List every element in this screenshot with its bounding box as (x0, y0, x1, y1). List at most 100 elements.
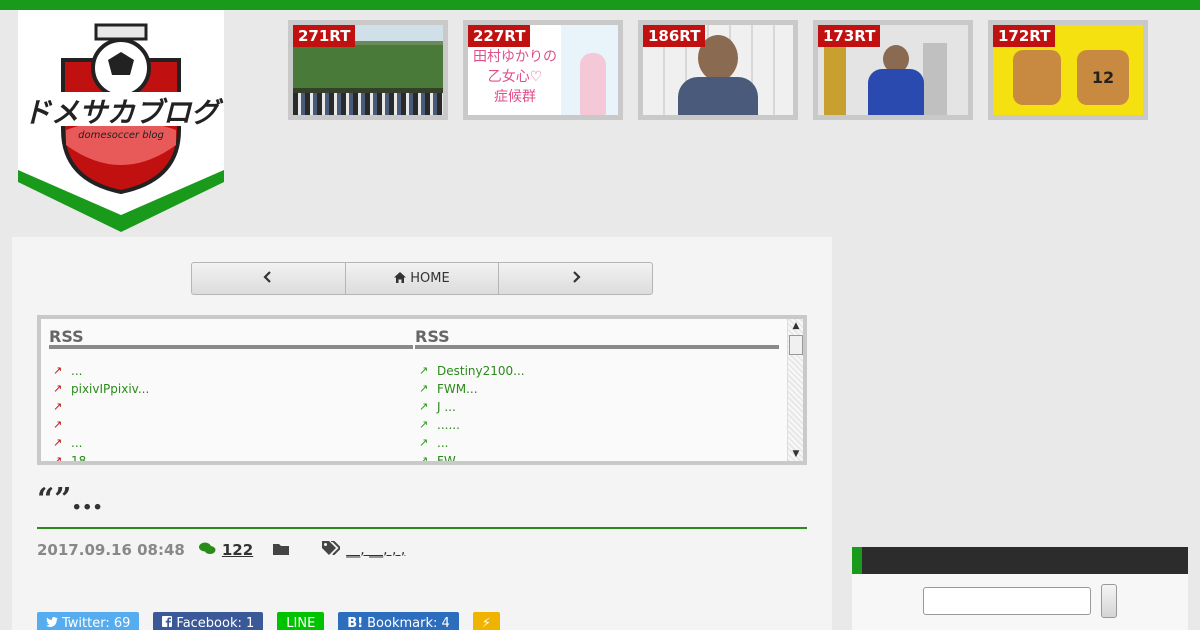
logo-title: ドメサカブログ (23, 96, 224, 129)
rss-item[interactable]: ↗ J ... (415, 398, 779, 416)
external-link-icon: ↗ (53, 382, 63, 395)
home-button[interactable]: HOME (344, 263, 499, 294)
rss-item[interactable]: ↗ 18... (49, 452, 413, 461)
rss-item[interactable]: ↗ Destiny2100... (415, 362, 779, 380)
external-link-icon: ↗ (419, 382, 429, 395)
comments-icon (198, 541, 216, 559)
external-link-icon: ↗ (419, 364, 429, 377)
rss-scroll-area[interactable]: RSS ↗... ↗ pixivIPpixiv... ↗ ↗ ↗... ↗ 18..… (41, 319, 803, 461)
rss-column-left: RSS ↗... ↗ pixivIPpixiv... ↗ ↗ ↗... ↗ 18..… (49, 319, 413, 461)
hatena-bookmark-icon: B! (347, 615, 364, 630)
external-link-icon: ↗ (53, 436, 63, 449)
rss-item-label: ... (71, 364, 83, 378)
rss-scrollbar[interactable]: ▲ ▼ (787, 319, 803, 461)
rss-feed-box: RSS ↗... ↗ pixivIPpixiv... ↗ ↗ ↗... ↗ 18..… (37, 315, 807, 465)
rss-item[interactable]: ↗ FW... (415, 452, 779, 461)
chevron-right-icon (571, 270, 581, 287)
tags-icon (322, 540, 342, 559)
article-panel: HOME RSS ↗... ↗ pixivIPpixiv... ↗ ↗ ↗... … (12, 237, 832, 630)
rss-item[interactable]: ↗ pixivIPpixiv... (49, 380, 413, 398)
mascot-shirt (1013, 50, 1061, 105)
post-date: 2017.09.16 08:48 (37, 541, 185, 559)
prev-post-button[interactable] (192, 263, 345, 294)
rss-item-label: pixivIPpixiv... (71, 382, 150, 396)
next-post-button[interactable] (498, 263, 652, 294)
rss-list: ↗ Destiny2100... ↗ FWM... ↗ J ... ↗...... ↗… (415, 362, 779, 461)
folder-icon (273, 541, 290, 559)
rss-column-right: RSS ↗ Destiny2100... ↗ FWM... ↗ J ... ↗....… (415, 319, 779, 461)
rt-badge: 227RT (468, 25, 531, 47)
rss-item[interactable]: ↗... (49, 434, 413, 452)
post-navigation: HOME (191, 262, 653, 295)
site-logo[interactable]: ドメサカブログ domesoccer blog (18, 10, 224, 232)
rss-item[interactable]: ↗ FWM... (415, 380, 779, 398)
bookmark-share-label: Bookmark: 4 (367, 615, 450, 630)
ranking-thumb-2[interactable]: 田村ゆかりの 乙女心♡ 症候群 227RT (463, 20, 623, 120)
comment-count-link[interactable]: 122 (222, 541, 253, 559)
home-icon (394, 271, 407, 286)
caption-line: 田村ゆかりの (473, 49, 557, 65)
share-buttons: Twitter: 69 Facebook: 1 LINE B! Bookmark… (37, 612, 514, 630)
top-accent-bar (0, 0, 1200, 10)
facebook-share-button[interactable]: Facebook: 1 (153, 612, 264, 630)
crowd-graphic (293, 93, 443, 115)
hatena-bookmark-button[interactable]: B! Bookmark: 4 (338, 612, 459, 630)
rss-list: ↗... ↗ pixivIPpixiv... ↗ ↗ ↗... ↗ 18... (49, 362, 413, 461)
twitter-share-button[interactable]: Twitter: 69 (37, 612, 140, 630)
rss-item[interactable]: ↗ (49, 416, 413, 434)
external-link-icon: ↗ (419, 454, 429, 461)
external-link-icon: ↗ (53, 400, 63, 413)
caption-line: 乙女心♡ (487, 69, 543, 85)
rt-badge: 173RT (818, 25, 881, 47)
external-link-icon: ↗ (419, 436, 429, 449)
jersey-shirt: 12 (1077, 50, 1129, 105)
rss-item-label: 18... (71, 454, 98, 461)
sidebar-search-widget (852, 547, 1188, 630)
line-share-button[interactable]: LINE (277, 612, 325, 630)
twitter-share-label: Twitter: 69 (62, 615, 131, 630)
title-divider (37, 527, 807, 529)
ranking-thumb-3[interactable]: 186RT (638, 20, 798, 120)
tag-links[interactable]: __, __, , , (346, 542, 405, 558)
search-button[interactable] (1101, 584, 1117, 618)
chevron-left-icon (263, 270, 273, 287)
logo-subtitle: domesoccer blog (78, 130, 164, 141)
ranking-thumb-1[interactable]: 271RT (288, 20, 448, 120)
pocket-share-button[interactable]: ⚡ (472, 612, 500, 630)
rss-item[interactable]: ↗... (49, 362, 413, 380)
external-link-icon: ↗ (419, 400, 429, 413)
trophy-graphic (824, 45, 846, 115)
external-link-icon: ↗ (53, 364, 63, 377)
person-body (868, 69, 924, 115)
external-link-icon: ↗ (419, 418, 429, 431)
external-link-icon: ↗ (53, 418, 63, 431)
rss-item[interactable]: ↗...... (415, 416, 779, 434)
ranking-thumb-5[interactable]: 12 172RT (988, 20, 1148, 120)
widget-header (852, 547, 1188, 574)
trophy-graphic (923, 43, 947, 115)
rt-badge: 186RT (643, 25, 706, 47)
twitter-icon (46, 616, 58, 630)
caption-line: 症候群 (494, 89, 536, 105)
rss-item-label: ...... (437, 418, 460, 432)
figure-graphic (580, 53, 606, 115)
rss-item[interactable]: ↗ (49, 398, 413, 416)
rss-heading: RSS (415, 319, 779, 349)
rss-heading: RSS (49, 319, 413, 349)
rss-item-label: ... (71, 436, 83, 450)
rss-item-label: J ... (437, 400, 456, 414)
home-label: HOME (410, 271, 450, 286)
scroll-down-arrow[interactable]: ▼ (788, 447, 803, 461)
thumb-caption: 田村ゆかりの 乙女心♡ 症候群 (470, 47, 560, 107)
rss-item-label: Destiny2100... (437, 364, 525, 378)
scroll-thumb[interactable] (789, 335, 803, 355)
scroll-up-arrow[interactable]: ▲ (788, 319, 803, 333)
search-input[interactable] (923, 587, 1091, 615)
rss-item-label: FW... (437, 454, 466, 461)
facebook-share-label: Facebook: 1 (176, 615, 255, 630)
rt-badge: 271RT (293, 25, 356, 47)
rss-item[interactable]: ↗... (415, 434, 779, 452)
person-body (678, 77, 758, 115)
lightning-icon: ⚡ (481, 615, 491, 630)
ranking-thumb-4[interactable]: 173RT (813, 20, 973, 120)
